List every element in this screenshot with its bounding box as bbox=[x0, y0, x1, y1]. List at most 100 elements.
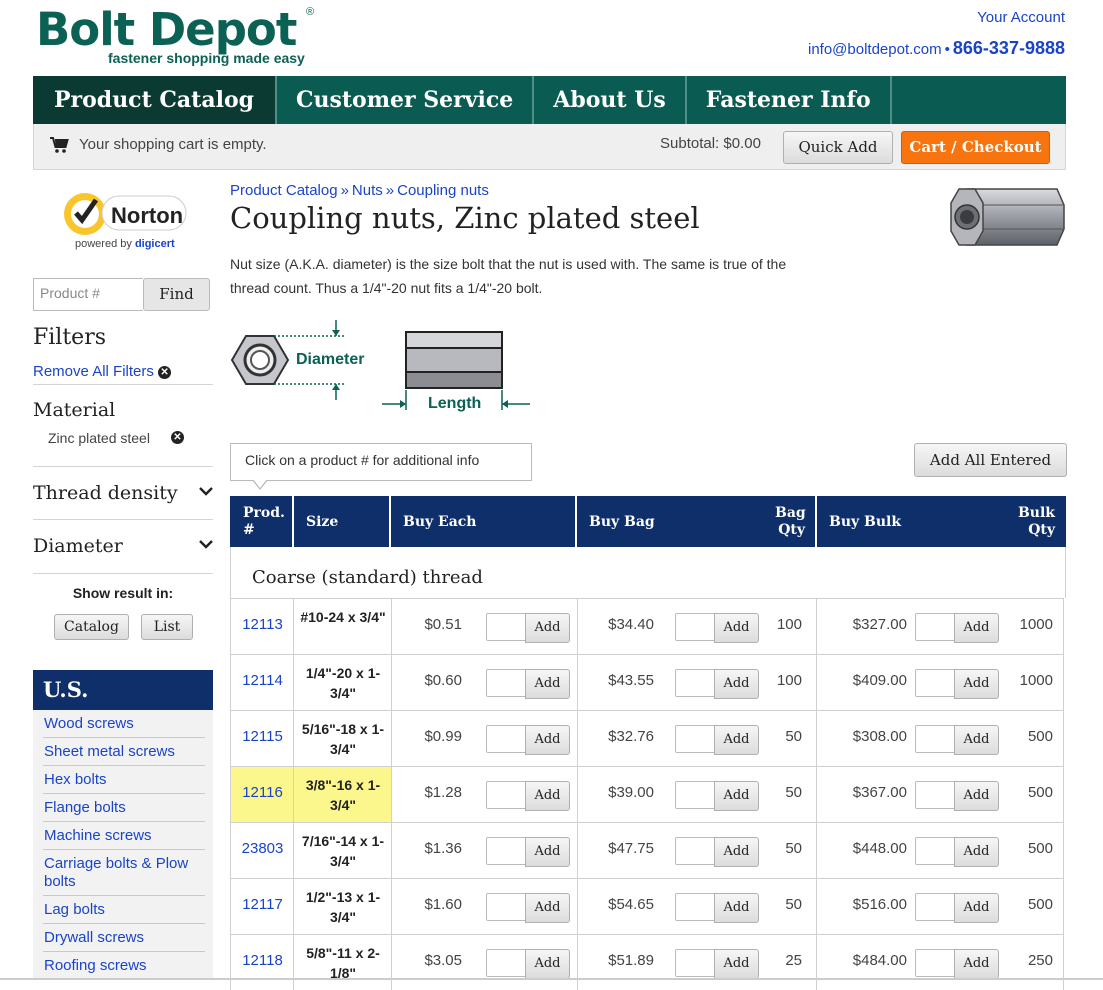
each-add-button[interactable]: Add bbox=[525, 781, 570, 811]
quick-add-button[interactable]: Quick Add bbox=[783, 131, 893, 164]
each-price: $1.36 bbox=[424, 840, 462, 857]
each-quantity-input[interactable] bbox=[486, 837, 526, 865]
bulk-add-button[interactable]: Add bbox=[954, 781, 999, 811]
your-account-link[interactable]: Your Account bbox=[977, 9, 1065, 26]
each-add-button[interactable]: Add bbox=[525, 669, 570, 699]
menu-item-carriage-bolts[interactable]: Carriage bolts & Plow bolts bbox=[43, 850, 205, 896]
bulk-add-button[interactable]: Add bbox=[954, 949, 999, 979]
bulk-add-button[interactable]: Add bbox=[954, 725, 999, 755]
each-add-button[interactable]: Add bbox=[525, 725, 570, 755]
product-number-link[interactable]: 12113 bbox=[231, 616, 294, 633]
powered-by-label: powered by bbox=[75, 238, 132, 250]
cell-size: 7/16"-14 x 1-3/4" bbox=[294, 823, 392, 878]
each-add-button[interactable]: Add bbox=[525, 949, 570, 979]
bulk-quantity-input[interactable] bbox=[915, 837, 955, 865]
menu-item-roofing-screws[interactable]: Roofing screws bbox=[43, 952, 205, 980]
bag-quantity-input[interactable] bbox=[675, 949, 715, 977]
menu-item-drywall-screws[interactable]: Drywall screws bbox=[43, 924, 205, 952]
bag-quantity-input[interactable] bbox=[675, 837, 715, 865]
product-number-link[interactable]: 12117 bbox=[231, 896, 294, 913]
nav-fastener-info[interactable]: Fastener Info bbox=[687, 76, 892, 124]
bag-qty-value: 50 bbox=[785, 728, 802, 745]
bulk-quantity-input[interactable] bbox=[915, 893, 955, 921]
menu-item-flange-bolts[interactable]: Flange bolts bbox=[43, 794, 205, 822]
nav-product-catalog[interactable]: Product Catalog bbox=[33, 76, 277, 124]
bag-quantity-input[interactable] bbox=[675, 781, 715, 809]
nav-about-us[interactable]: About Us bbox=[534, 76, 687, 124]
bag-add-button[interactable]: Add bbox=[714, 725, 759, 755]
product-number-link[interactable]: 12118 bbox=[231, 952, 294, 969]
bag-add-button[interactable]: Add bbox=[714, 949, 759, 979]
catalog-view-button[interactable]: Catalog bbox=[54, 614, 129, 640]
bulk-quantity-input[interactable] bbox=[915, 781, 955, 809]
facet-thread-density[interactable]: Thread density bbox=[33, 482, 215, 504]
menu-item-machine-screws[interactable]: Machine screws bbox=[43, 822, 205, 850]
each-add-button[interactable]: Add bbox=[525, 837, 570, 867]
table-row: 23803 7/16"-14 x 1-3/4" $1.36 Add $47.75 Add 5… bbox=[230, 822, 1064, 878]
each-quantity-input[interactable] bbox=[486, 781, 526, 809]
cell-size: 1/2"-13 x 1-3/4" bbox=[294, 879, 392, 934]
facet-diameter[interactable]: Diameter bbox=[33, 535, 215, 557]
breadcrumb-product-catalog[interactable]: Product Catalog bbox=[230, 182, 338, 199]
contact-separator: • bbox=[944, 41, 950, 58]
menu-item-hex-bolts[interactable]: Hex bolts bbox=[43, 766, 205, 794]
each-quantity-input[interactable] bbox=[486, 725, 526, 753]
product-number-link[interactable]: 12114 bbox=[231, 672, 294, 689]
add-all-entered-button[interactable]: Add All Entered bbox=[914, 443, 1067, 477]
email-link[interactable]: info@boltdepot.com bbox=[808, 41, 942, 58]
norton-seal[interactable]: Norton powered by digicert bbox=[60, 186, 190, 256]
bulk-quantity-input[interactable] bbox=[915, 613, 955, 641]
find-button[interactable]: Find bbox=[143, 278, 210, 311]
menu-item-lag-bolts[interactable]: Lag bolts bbox=[43, 896, 205, 924]
bag-add-button[interactable]: Add bbox=[714, 837, 759, 867]
bag-add-button[interactable]: Add bbox=[714, 781, 759, 811]
each-quantity-input[interactable] bbox=[486, 613, 526, 641]
divider bbox=[33, 573, 213, 574]
cell-buy-bag: $32.76 Add 50 bbox=[578, 711, 817, 766]
us-menu-heading: U.S. bbox=[33, 670, 213, 710]
each-quantity-input[interactable] bbox=[486, 949, 526, 977]
menu-item-wood-screws[interactable]: Wood screws bbox=[43, 710, 205, 738]
bag-add-button[interactable]: Add bbox=[714, 613, 759, 643]
cell-buy-bag: $47.75 Add 50 bbox=[578, 823, 817, 878]
remove-material-filter-icon[interactable]: ✕ bbox=[171, 431, 184, 444]
product-number-input[interactable]: Product # bbox=[33, 278, 143, 311]
product-number-link[interactable]: 12116 bbox=[231, 784, 294, 801]
each-price: $0.60 bbox=[424, 672, 462, 689]
bag-quantity-input[interactable] bbox=[675, 613, 715, 641]
breadcrumb-coupling-nuts[interactable]: Coupling nuts bbox=[397, 182, 489, 199]
bag-quantity-input[interactable] bbox=[675, 725, 715, 753]
bag-add-button[interactable]: Add bbox=[714, 669, 759, 699]
list-view-button[interactable]: List bbox=[141, 614, 193, 640]
bulk-price: $448.00 bbox=[852, 840, 907, 857]
bolt-depot-logo[interactable]: Bolt Depot fastener shopping made easy bbox=[36, 6, 305, 67]
bulk-add-button[interactable]: Add bbox=[954, 669, 999, 699]
page-description: Nut size (A.K.A. diameter) is the size b… bbox=[230, 256, 787, 296]
bulk-add-button[interactable]: Add bbox=[954, 893, 999, 923]
remove-all-filters-link[interactable]: Remove All Filters ✕ bbox=[33, 363, 172, 380]
breadcrumb-nuts[interactable]: Nuts bbox=[352, 182, 383, 199]
phone-link[interactable]: 866-337-9888 bbox=[953, 38, 1065, 58]
product-number-link[interactable]: 12115 bbox=[231, 728, 294, 745]
cart-status: Your shopping cart is empty. bbox=[79, 136, 267, 153]
bulk-quantity-input[interactable] bbox=[915, 725, 955, 753]
bag-add-button[interactable]: Add bbox=[714, 893, 759, 923]
bulk-quantity-input[interactable] bbox=[915, 669, 955, 697]
bag-quantity-input[interactable] bbox=[675, 669, 715, 697]
each-quantity-input[interactable] bbox=[486, 669, 526, 697]
nav-customer-service[interactable]: Customer Service bbox=[277, 76, 535, 124]
each-quantity-input[interactable] bbox=[486, 893, 526, 921]
each-add-button[interactable]: Add bbox=[525, 893, 570, 923]
bulk-add-button[interactable]: Add bbox=[954, 837, 999, 867]
bulk-add-button[interactable]: Add bbox=[954, 613, 999, 643]
bag-quantity-input[interactable] bbox=[675, 893, 715, 921]
bulk-quantity-input[interactable] bbox=[915, 949, 955, 977]
bulk-qty-value: 250 bbox=[1027, 952, 1053, 969]
menu-item-sheet-metal-screws[interactable]: Sheet metal screws bbox=[43, 738, 205, 766]
each-add-button[interactable]: Add bbox=[525, 613, 570, 643]
cart-checkout-button[interactable]: Cart / Checkout bbox=[901, 131, 1050, 164]
product-number-link[interactable]: 23803 bbox=[231, 840, 294, 857]
us-category-menu: U.S. Wood screws Sheet metal screws Hex … bbox=[33, 670, 213, 980]
header-prod-label: Prod. # bbox=[243, 505, 285, 538]
cell-prod: 12118 bbox=[231, 935, 294, 990]
